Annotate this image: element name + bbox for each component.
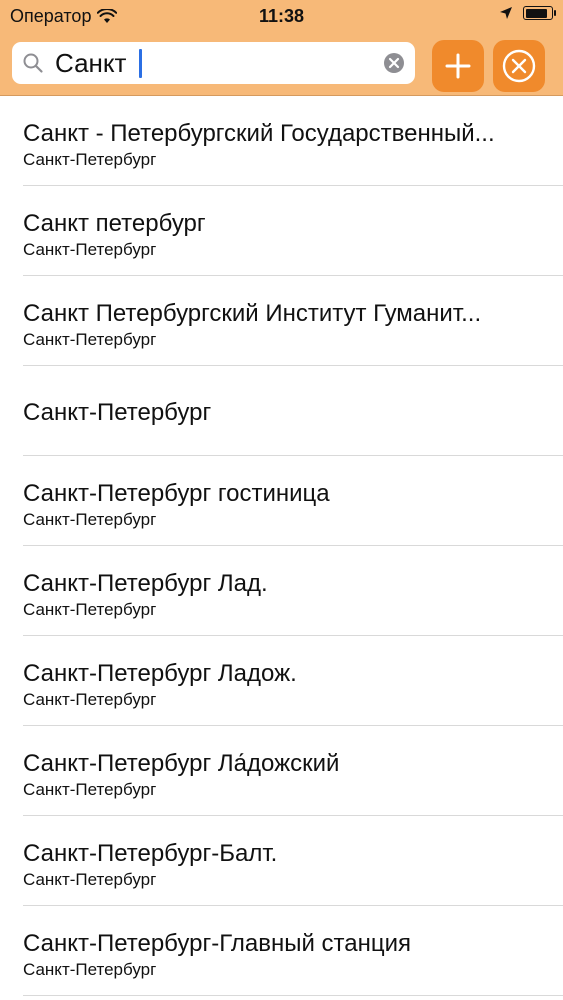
result-subtitle: Санкт-Петербург (23, 510, 157, 529)
result-subtitle: Санкт-Петербург (23, 330, 157, 349)
result-subtitle: Санкт-Петербург (23, 960, 157, 979)
battery-level (525, 8, 547, 18)
result-subtitle: Санкт-Петербург (23, 240, 157, 259)
status-time: 11:38 (258, 6, 305, 26)
result-title: Санкт - Петербургский Государственный... (23, 120, 495, 147)
status-bar: Оператор 11:38 (0, 0, 563, 34)
clear-icon[interactable] (383, 52, 405, 74)
result-row[interactable]: Санкт-Петербург гостиница Санкт-Петербур… (0, 456, 563, 546)
result-subtitle: Санкт-Петербург (23, 780, 157, 799)
result-subtitle: Санкт-Петербург (23, 150, 157, 169)
result-row[interactable]: Санкт-Петербург-Главный станция Санкт-Пе… (0, 906, 563, 996)
results-list: Санкт - Петербургский Государственный...… (0, 96, 563, 996)
result-row[interactable]: Санкт - Петербургский Государственный...… (0, 96, 563, 186)
result-title: Санкт-Петербург Ла́дожский (23, 750, 340, 777)
search-icon (23, 53, 43, 73)
text-cursor (139, 49, 142, 78)
result-row[interactable]: Санкт петербург Санкт-Петербург (0, 186, 563, 276)
result-title: Санкт Петербургский Институт Гуманит... (23, 300, 482, 327)
status-right (499, 6, 556, 20)
result-title: Санкт-Петербург Лад. (23, 570, 268, 597)
result-row[interactable]: Санкт-Петербург Лад. Санкт-Петербург (0, 546, 563, 636)
plus-icon (445, 53, 471, 79)
app-header: Оператор 11:38 (0, 0, 563, 96)
location-arrow-icon (500, 7, 512, 19)
search-box[interactable] (12, 42, 415, 84)
result-title: Санкт-Петербург гостиница (23, 480, 330, 507)
search-input[interactable] (55, 47, 365, 79)
result-row[interactable]: Санкт-Петербург-Балт. Санкт-Петербург (0, 816, 563, 906)
result-title: Санкт-Петербург-Балт. (23, 840, 278, 867)
battery-icon (523, 6, 556, 20)
result-row[interactable]: Санкт-Петербург (0, 366, 563, 456)
result-subtitle: Санкт-Петербург (23, 870, 157, 889)
add-button[interactable] (432, 40, 484, 92)
result-title: Санкт-Петербург Ладож. (23, 660, 297, 687)
close-button[interactable] (493, 40, 545, 92)
result-title: Санкт-Петербург (23, 399, 212, 426)
result-row[interactable]: Санкт-Петербург Ла́дожский Санкт-Петербу… (0, 726, 563, 816)
result-title: Санкт-Петербург-Главный станция (23, 930, 412, 957)
result-subtitle: Санкт-Петербург (23, 600, 157, 619)
close-circle-icon (502, 49, 536, 83)
result-title: Санкт петербург (23, 210, 206, 237)
result-row[interactable]: Санкт-Петербург Ладож. Санкт-Петербург (0, 636, 563, 726)
result-row[interactable]: Санкт Петербургский Институт Гуманит... … (0, 276, 563, 366)
result-subtitle: Санкт-Петербург (23, 690, 157, 709)
